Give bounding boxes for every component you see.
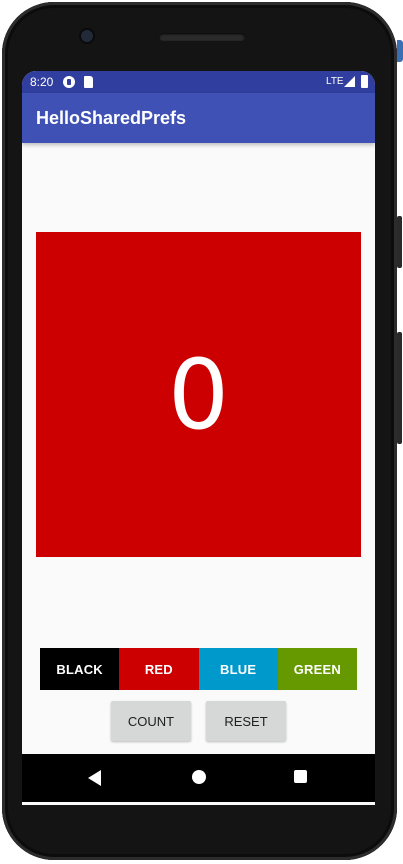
color-button-row: BLACK RED BLUE GREEN bbox=[40, 648, 357, 690]
count-button[interactable]: COUNT bbox=[111, 701, 191, 741]
reset-button[interactable]: RESET bbox=[206, 701, 286, 741]
count-display: 0 bbox=[36, 232, 361, 557]
status-time: 8:20 bbox=[30, 75, 54, 89]
count-value: 0 bbox=[167, 338, 230, 451]
volume-rocker[interactable] bbox=[397, 332, 402, 444]
side-edge-accent bbox=[397, 40, 403, 62]
sd-card-icon bbox=[84, 76, 93, 88]
navigation-bar bbox=[22, 754, 375, 802]
red-button[interactable]: RED bbox=[119, 648, 199, 690]
device-frame: 8:20 LTE HelloSharedPrefs 0 BLACK RED BL… bbox=[0, 0, 403, 864]
status-bar: 8:20 LTE bbox=[22, 71, 375, 93]
front-camera-icon bbox=[81, 30, 93, 42]
notification-app-icon bbox=[63, 76, 75, 88]
signal-strength-icon bbox=[344, 76, 355, 87]
recents-icon[interactable] bbox=[294, 770, 307, 783]
green-button[interactable]: GREEN bbox=[277, 648, 357, 690]
app-title: HelloSharedPrefs bbox=[36, 108, 187, 128]
app-screen: 8:20 LTE HelloSharedPrefs 0 BLACK RED BL… bbox=[22, 71, 375, 805]
home-icon[interactable] bbox=[192, 770, 206, 784]
network-type-label: LTE bbox=[326, 76, 344, 87]
back-icon[interactable] bbox=[88, 770, 101, 786]
power-button[interactable] bbox=[397, 216, 402, 268]
earpiece-speaker bbox=[159, 33, 245, 41]
app-bar: HelloSharedPrefs bbox=[22, 93, 375, 143]
blue-button[interactable]: BLUE bbox=[198, 648, 278, 690]
black-button[interactable]: BLACK bbox=[40, 648, 120, 690]
battery-icon bbox=[361, 75, 368, 88]
